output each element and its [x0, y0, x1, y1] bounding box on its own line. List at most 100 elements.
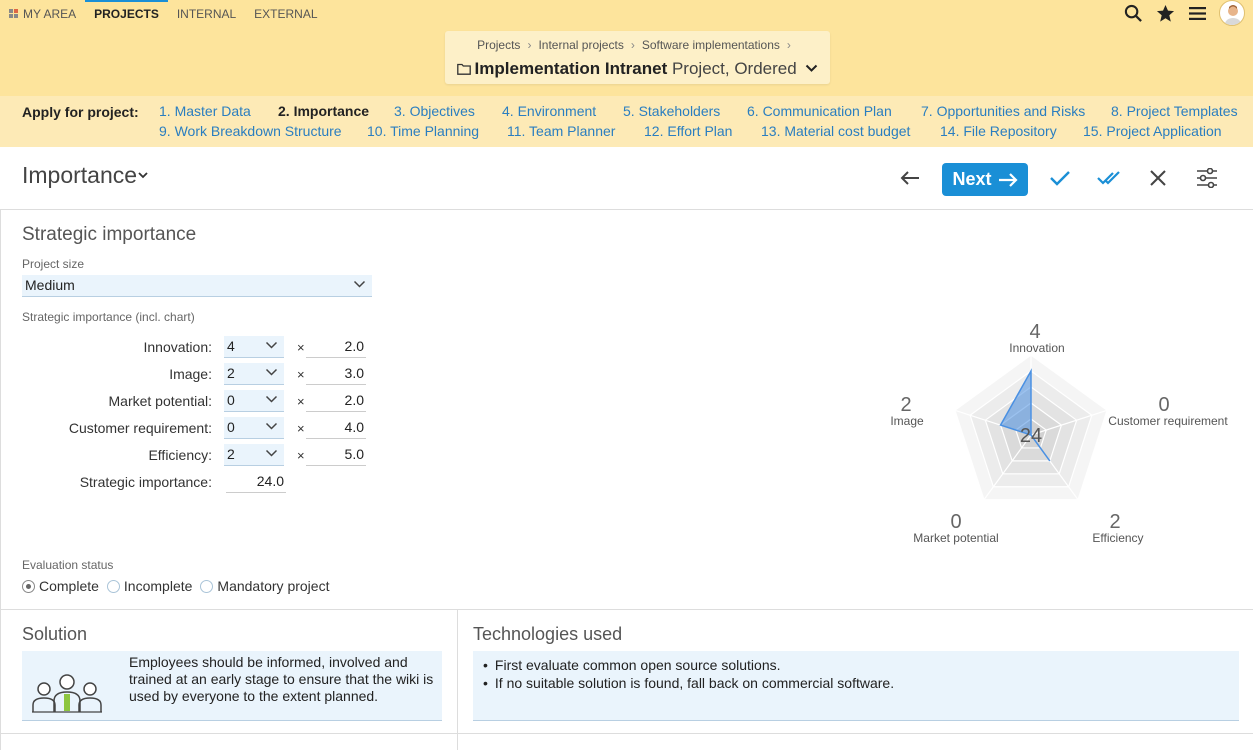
settings-button[interactable] [1194, 165, 1220, 191]
radar-axis-value: 4 [1029, 321, 1040, 343]
search-icon[interactable] [1123, 3, 1143, 23]
menu-icon[interactable] [1187, 3, 1207, 23]
radar-center-value: 24 [1020, 425, 1042, 447]
radio-label: Incomplete [123, 578, 193, 594]
market-potential-select[interactable]: 0 [224, 390, 284, 412]
evaluation-status-group: Complete Incomplete Mandatory project [22, 578, 329, 594]
radar-axis-label: Image [890, 414, 924, 428]
project-size-select[interactable]: Medium [22, 275, 372, 297]
object-title-line[interactable]: Implementation Intranet Project, Ordered [445, 59, 830, 79]
tab-label: EXTERNAL [254, 7, 318, 21]
step-importance[interactable]: 2. Importance [278, 103, 369, 119]
innovation-select[interactable]: 4 [224, 336, 284, 358]
page-border [0, 210, 1, 750]
chevron-down-icon [265, 368, 278, 376]
innovation-value: 4 [227, 338, 235, 354]
list-item: If no suitable solution is found, fall b… [483, 674, 894, 692]
tab-external[interactable]: EXTERNAL [245, 0, 326, 26]
multiply-sign: × [297, 340, 305, 355]
user-avatar[interactable] [1219, 0, 1245, 26]
object-title: Implementation Intranet [474, 59, 668, 78]
tab-label: PROJECTS [94, 7, 159, 21]
radio-label: Mandatory project [217, 578, 330, 594]
page-title[interactable]: Importance [22, 162, 149, 189]
efficiency-weight[interactable]: 5.0 [306, 444, 366, 466]
folder-icon [456, 63, 471, 75]
step-bar-label: Apply for project: [22, 104, 139, 120]
step-project-templates[interactable]: 8. Project Templates [1111, 103, 1238, 119]
team-illustration-icon [32, 674, 102, 713]
column-divider [457, 609, 458, 750]
arrow-left-icon [900, 171, 919, 185]
breadcrumb-item[interactable]: Internal projects [538, 38, 623, 52]
step-objectives[interactable]: 3. Objectives [394, 103, 475, 119]
project-size-label: Project size [22, 257, 85, 271]
star-icon[interactable] [1155, 3, 1175, 23]
customer-requirement-label: Customer requirement: [68, 420, 212, 436]
image-select[interactable]: 2 [224, 363, 284, 385]
efficiency-label: Efficiency: [148, 447, 212, 463]
radar-axis-value: 2 [1109, 511, 1120, 533]
technologies-list: First evaluate common open source soluti… [483, 656, 894, 692]
step-master-data[interactable]: 1. Master Data [159, 103, 251, 119]
tab-label: MY AREA [23, 7, 77, 21]
step-communication-plan[interactable]: 6. Communication Plan [747, 103, 892, 119]
save-button[interactable] [1047, 165, 1073, 191]
sliders-icon [1197, 168, 1217, 188]
cancel-button[interactable] [1145, 165, 1171, 191]
project-size-value: Medium [25, 277, 75, 293]
technologies-field[interactable]: First evaluate common open source soluti… [473, 651, 1239, 721]
dashboard-icon [9, 9, 18, 18]
step-opportunities-risks[interactable]: 7. Opportunities and Risks [921, 103, 1085, 119]
image-weight[interactable]: 3.0 [306, 363, 366, 385]
solution-field[interactable]: Employees should be informed, involved a… [22, 651, 442, 721]
tab-internal[interactable]: INTERNAL [168, 0, 245, 26]
efficiency-value: 2 [227, 446, 235, 462]
chevron-down-icon [265, 395, 278, 403]
breadcrumb-separator: › [527, 38, 532, 52]
tab-my-area[interactable]: MY AREA [0, 0, 85, 26]
page-header: Importance Next [0, 147, 1253, 210]
evaluation-status-label: Evaluation status [22, 558, 114, 572]
next-button[interactable]: Next [942, 163, 1028, 196]
top-icons [1123, 0, 1245, 26]
multiply-sign: × [297, 421, 305, 436]
radar-axis-label: Customer requirement [1108, 414, 1228, 428]
efficiency-select[interactable]: 2 [224, 444, 284, 466]
step-wbs[interactable]: 9. Work Breakdown Structure [159, 123, 342, 139]
tab-projects[interactable]: PROJECTS [85, 0, 168, 26]
step-stakeholders[interactable]: 5. Stakeholders [623, 103, 720, 119]
radio-dot [22, 579, 35, 593]
list-item: First evaluate common open source soluti… [483, 656, 894, 674]
radio-dot [200, 579, 214, 593]
step-project-application[interactable]: 15. Project Application [1083, 123, 1222, 139]
market-potential-weight[interactable]: 2.0 [306, 390, 366, 412]
chevron-down-icon [353, 280, 366, 288]
step-file-repository[interactable]: 14. File Repository [940, 123, 1057, 139]
step-effort-plan[interactable]: 12. Effort Plan [644, 123, 732, 139]
radar-axis-value: 2 [900, 394, 911, 416]
breadcrumb: Projects › Internal projects › Software impl… [445, 38, 830, 52]
back-button[interactable] [897, 165, 923, 191]
radio-complete[interactable]: Complete [22, 578, 99, 594]
customer-requirement-value: 0 [227, 419, 235, 435]
strategic-total-value: 24.0 [226, 471, 286, 493]
step-time-planning[interactable]: 10. Time Planning [367, 123, 479, 139]
radar-axis-value: 0 [1158, 394, 1169, 416]
customer-requirement-select[interactable]: 0 [224, 417, 284, 439]
breadcrumb-item[interactable]: Projects [477, 38, 520, 52]
customer-requirement-weight[interactable]: 4.0 [306, 417, 366, 439]
radio-mandatory-project[interactable]: Mandatory project [200, 578, 329, 594]
market-potential-value: 0 [227, 392, 235, 408]
market-potential-label: Market potential: [108, 393, 213, 409]
radio-incomplete[interactable]: Incomplete [106, 578, 193, 594]
breadcrumb-item[interactable]: Software implementations [642, 38, 780, 52]
save-close-button[interactable] [1096, 165, 1122, 191]
multiply-sign: × [297, 394, 305, 409]
step-team-planner[interactable]: 11. Team Planner [507, 123, 615, 139]
chevron-down-icon [265, 341, 278, 349]
step-material-cost-budget[interactable]: 13. Material cost budget [761, 123, 910, 139]
innovation-weight[interactable]: 2.0 [306, 336, 366, 358]
double-check-icon [1097, 171, 1120, 185]
step-environment[interactable]: 4. Environment [502, 103, 596, 119]
